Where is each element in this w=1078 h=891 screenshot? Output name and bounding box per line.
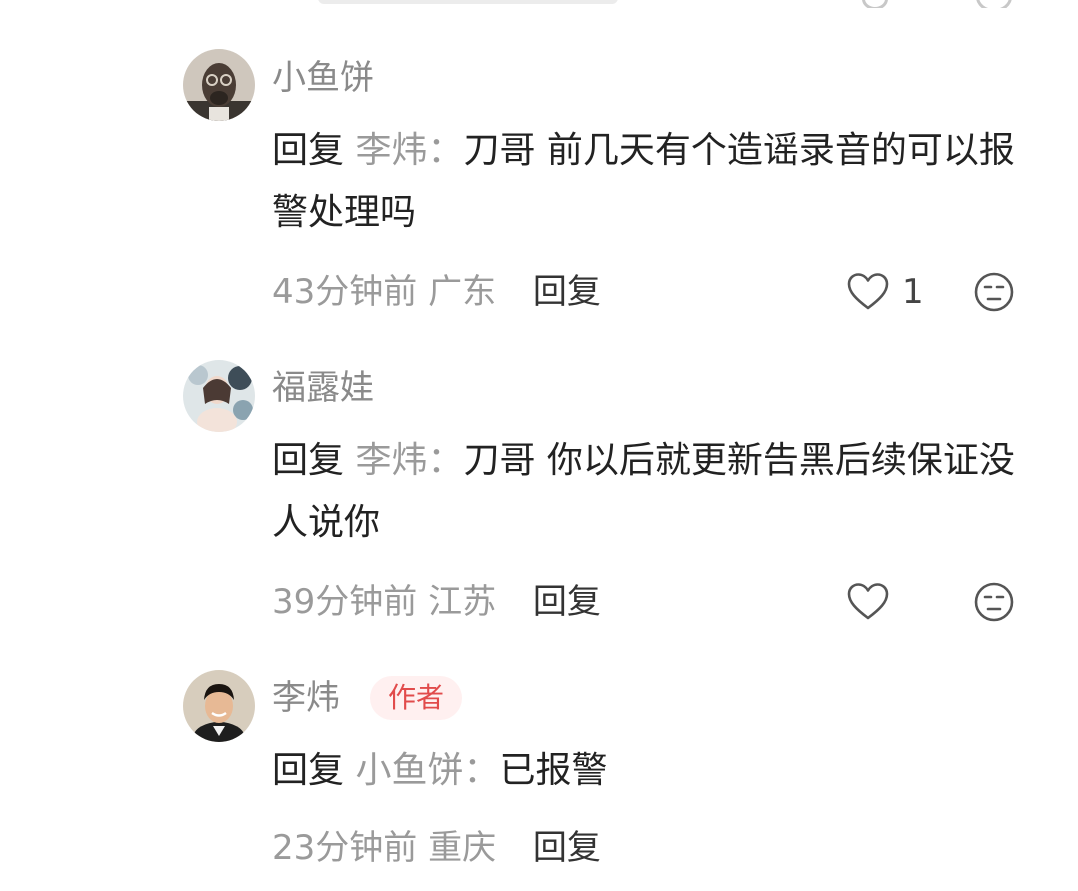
- reply-button[interactable]: 回复: [533, 828, 601, 868]
- like-button[interactable]: [846, 580, 902, 624]
- comment-body: 回复 李炜：刀哥 你以后就更新告黑后续保证没人说你: [272, 430, 1032, 554]
- reply-target[interactable]: 李炜：: [355, 130, 463, 171]
- reply-label: 回复: [272, 750, 345, 791]
- comment-location: 广东: [428, 272, 497, 312]
- heart-outline-icon: [847, 273, 889, 310]
- heart-outline-icon: [862, 0, 888, 8]
- like-button[interactable]: 1: [846, 270, 924, 314]
- comment-location: 江苏: [428, 582, 497, 622]
- comment-time: 43分钟前: [272, 272, 418, 312]
- reply-button[interactable]: 回复: [533, 582, 601, 622]
- like-count: 1: [902, 272, 924, 312]
- reply-button[interactable]: 回复: [533, 272, 601, 312]
- comment-meta: 23分钟前 重庆 回复: [272, 826, 601, 870]
- heart-outline-icon: [847, 583, 889, 620]
- dislike-face-icon: [974, 582, 1014, 622]
- username[interactable]: 小鱼饼: [272, 56, 374, 100]
- author-badge: 作者: [370, 676, 463, 720]
- reply-label: 回复: [272, 440, 345, 481]
- comment-meta: 39分钟前 江苏 回复: [272, 580, 601, 624]
- avatar[interactable]: [183, 360, 255, 432]
- reply-target[interactable]: 李炜：: [355, 440, 463, 481]
- avatar[interactable]: [183, 670, 255, 742]
- dislike-face-icon: [976, 0, 1012, 8]
- dislike-button[interactable]: [972, 580, 1016, 624]
- comment-meta: 43分钟前 广东 回复: [272, 270, 601, 314]
- dislike-button[interactable]: [972, 270, 1016, 314]
- comment-location: 重庆: [428, 828, 497, 868]
- username[interactable]: 福露娃: [272, 366, 374, 410]
- reply-label: 回复: [272, 130, 345, 171]
- comment-time: 23分钟前: [272, 828, 418, 868]
- comment-body: 回复 李炜：刀哥 前几天有个造谣录音的可以报警处理吗: [272, 120, 1032, 244]
- comment-body: 回复 小鱼饼：已报警: [272, 740, 1032, 802]
- dislike-face-icon: [974, 272, 1014, 312]
- comment-time: 39分钟前: [272, 582, 418, 622]
- previous-comment-fragment: [0, 0, 1078, 8]
- reply-target[interactable]: 小鱼饼：: [355, 750, 499, 791]
- comment-text: 已报警: [499, 750, 608, 791]
- avatar[interactable]: [183, 49, 255, 121]
- cutoff-text: [318, 0, 618, 4]
- username[interactable]: 李炜: [272, 676, 340, 720]
